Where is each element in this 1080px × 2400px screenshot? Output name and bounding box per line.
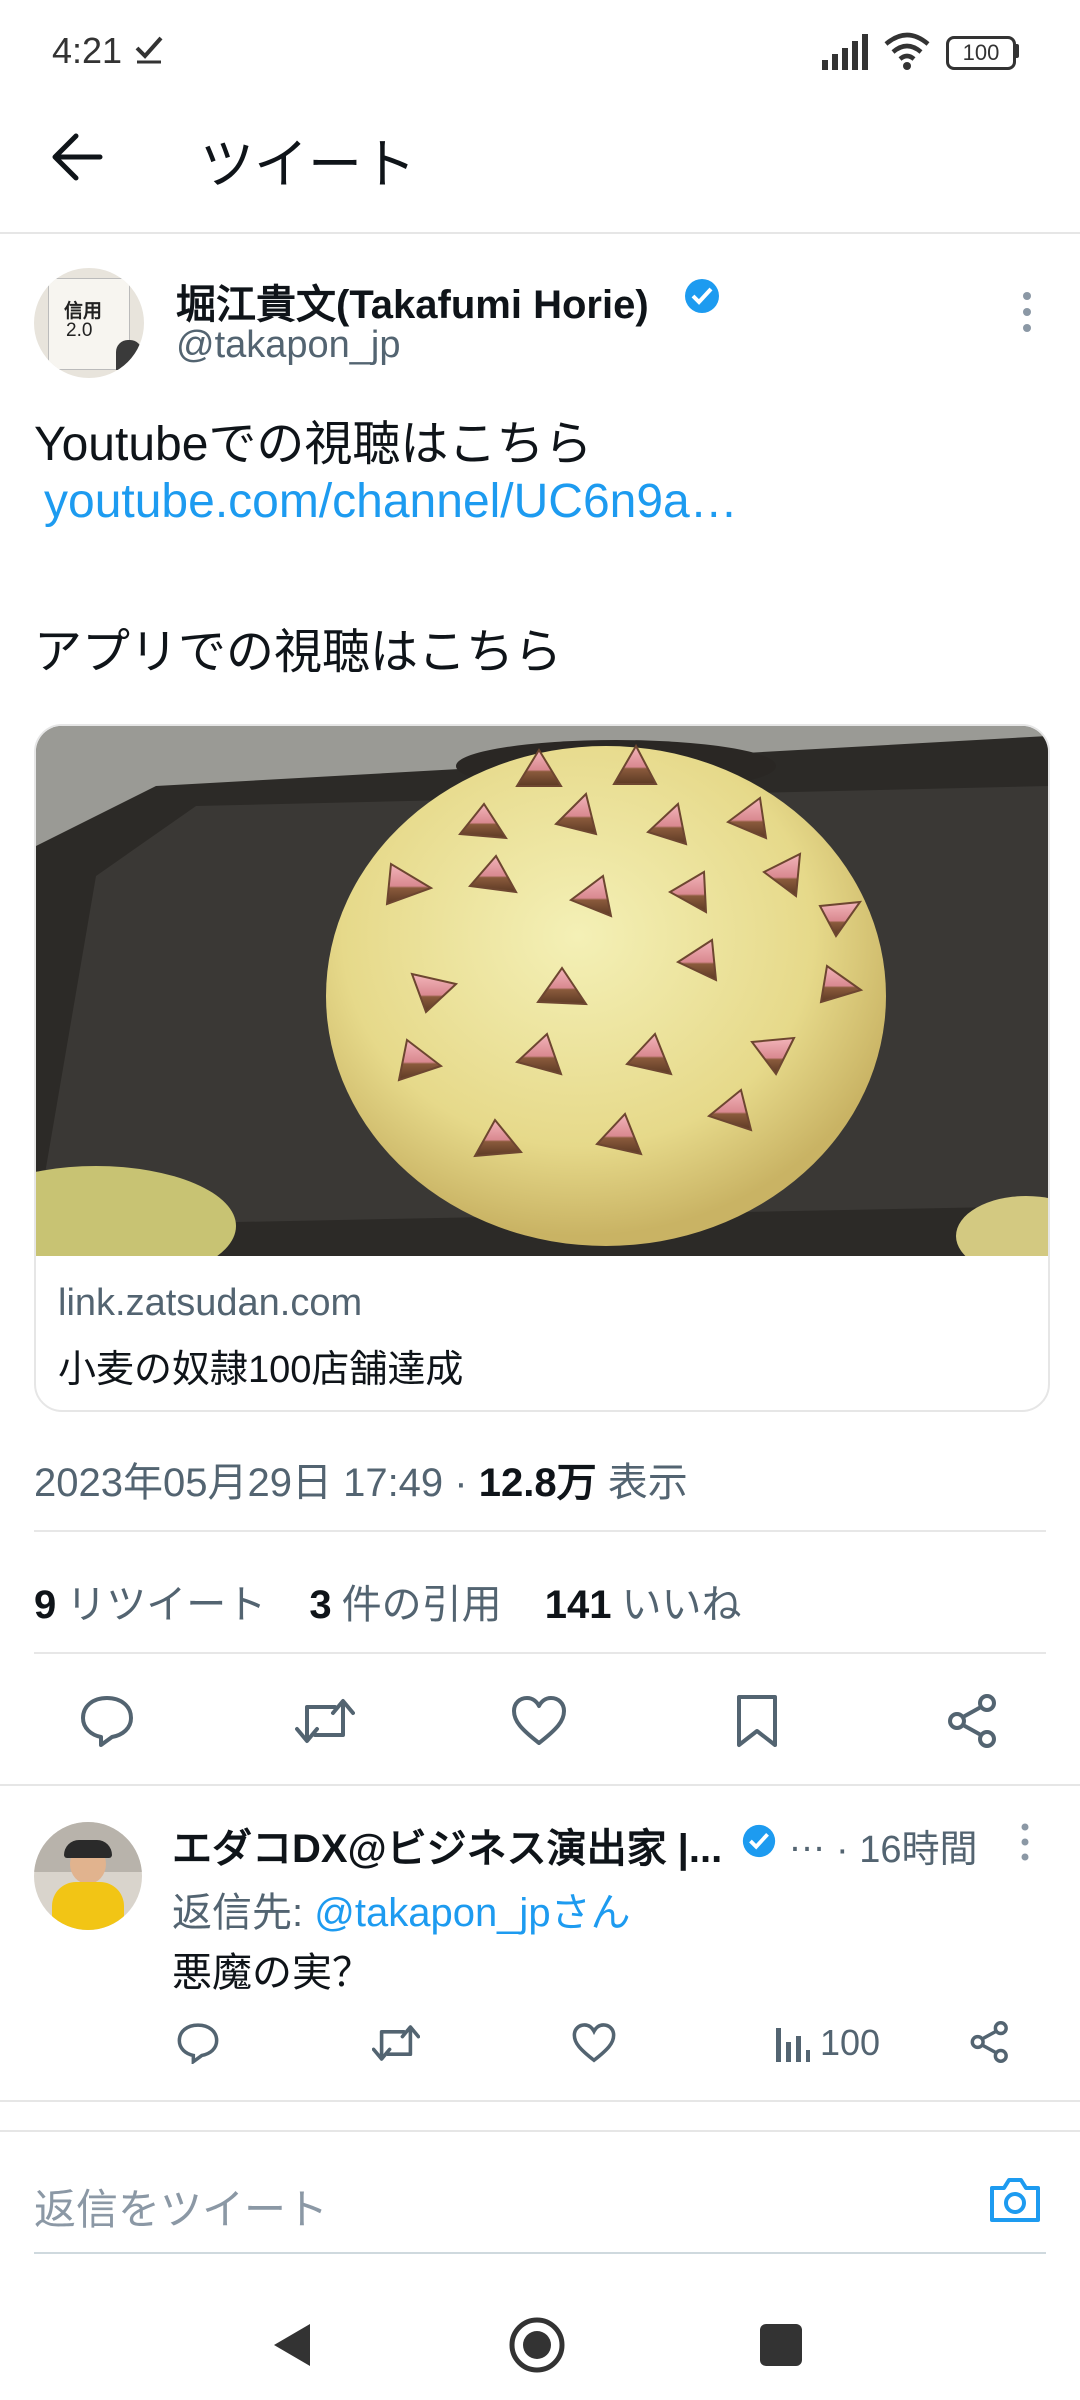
battery-level: 100	[962, 40, 1000, 65]
avatar-book-title: 信用	[64, 301, 103, 322]
reply-verified-badge-icon	[742, 1824, 776, 1858]
quotes-stat[interactable]: 3 件の引用	[309, 1583, 501, 1627]
reply-name-ellipsis: …	[788, 1818, 826, 1860]
tweet-text-line1: Youtubeでの視聴はこちら	[34, 418, 593, 471]
wifi-icon	[884, 32, 930, 70]
likes-stat[interactable]: 141 いいね	[545, 1583, 742, 1627]
retweet-button[interactable]	[290, 1686, 360, 1756]
tweet-text-line2: アプリでの視聴はこちら	[34, 626, 563, 679]
check-icon	[135, 36, 163, 64]
card-title: 小麦の奴隷100店舗達成	[58, 1349, 464, 1391]
reply-to-handle[interactable]: @takapon_jpさん	[314, 1891, 630, 1935]
tweet-link[interactable]: youtube.com/channel/UC6n9a…	[44, 474, 738, 529]
bookmark-icon	[737, 1695, 777, 1747]
battery-tip	[1014, 44, 1019, 58]
verified-badge-icon	[685, 279, 719, 313]
tweet-timestamp: 2023年05月29日 17:49	[34, 1461, 444, 1505]
reply-retweet-icon[interactable]	[372, 2022, 420, 2064]
tweet-stats: 9 リツイート 3 件の引用 141 いいね	[34, 1572, 774, 1630]
actions-divider	[0, 1784, 1080, 1786]
bookmark-button[interactable]	[722, 1686, 792, 1756]
camera-icon[interactable]	[988, 2174, 1042, 2224]
author-handle[interactable]: @takapon_jp	[176, 324, 401, 367]
likes-label: いいね	[621, 1583, 742, 1627]
analytics-icon	[776, 2028, 810, 2062]
composer-divider	[0, 2130, 1080, 2132]
author-name[interactable]: 堀江貴文(Takafumi Horie)	[176, 272, 649, 330]
quotes-label: 件の引用	[341, 1583, 502, 1627]
reply-avatar[interactable]	[34, 1822, 142, 1930]
retweet-icon	[295, 1699, 355, 1743]
reply-to: 返信先: @takapon_jpさん	[172, 1880, 631, 1938]
back-arrow-icon[interactable]	[50, 132, 104, 182]
tweet-meta: 2023年05月29日 17:49 · 12.8万 表示	[34, 1450, 688, 1508]
avatar-hair	[64, 1840, 112, 1858]
page-title: ツイート	[200, 135, 416, 195]
reply-time: · 16時間	[836, 1829, 978, 1871]
reply-comment-icon[interactable]	[176, 2022, 220, 2064]
nav-home-icon[interactable]	[508, 2316, 566, 2374]
avatar-jacket	[52, 1882, 124, 1930]
reply-views[interactable]: 100	[774, 2022, 880, 2064]
reply-divider	[0, 2100, 1080, 2102]
views-label: 表示	[607, 1461, 688, 1505]
reply-author-name[interactable]: エダコDX@ビジネス演出家 |...	[172, 1816, 722, 1874]
system-navigation-bar	[0, 2300, 1080, 2400]
reply-share-icon[interactable]	[970, 2020, 1010, 2064]
heart-icon	[512, 1696, 566, 1745]
signal-icon	[822, 34, 868, 70]
retweets-stat[interactable]: 9 リツイート	[34, 1583, 266, 1627]
meta-separator: ·	[443, 1461, 479, 1505]
meta-divider	[34, 1530, 1046, 1532]
status-bar: 4:21 100	[0, 0, 1080, 100]
battery-icon: 100	[946, 36, 1016, 70]
views-count: 12.8万	[478, 1461, 597, 1505]
author-avatar[interactable]: 信用 2.0	[34, 268, 144, 378]
nav-recents-icon[interactable]	[760, 2324, 802, 2366]
quotes-count: 3	[309, 1583, 332, 1627]
reply-compose-input[interactable]: 返信をツイート	[34, 2176, 328, 2237]
nav-back-icon[interactable]	[270, 2320, 314, 2370]
retweets-label: リツイート	[66, 1583, 267, 1627]
reply-text: 悪魔の実？	[172, 1951, 372, 1995]
like-button[interactable]	[504, 1686, 574, 1756]
link-card[interactable]: link.zatsudan.com 小麦の奴隷100店舗達成	[34, 724, 1050, 1412]
comment-icon	[81, 1696, 133, 1747]
header-divider	[0, 232, 1080, 234]
status-time: 4:21	[52, 30, 123, 71]
composer-bottom-line	[34, 2252, 1046, 2254]
avatar-book-subtitle: 2.0	[66, 320, 93, 341]
reply-more-options-icon[interactable]	[1012, 1822, 1038, 1862]
avatar-person	[116, 340, 142, 370]
stats-divider	[34, 1652, 1046, 1654]
share-button[interactable]	[938, 1686, 1008, 1756]
likes-count: 141	[544, 1583, 612, 1627]
reply-heart-icon[interactable]	[572, 2022, 616, 2064]
share-icon	[948, 1694, 996, 1748]
reply-button[interactable]	[72, 1686, 142, 1756]
reply-views-count: 100	[820, 2022, 881, 2063]
card-domain: link.zatsudan.com	[58, 1282, 363, 1324]
retweets-count: 9	[34, 1583, 57, 1627]
reply-to-prefix: 返信先:	[172, 1891, 315, 1935]
card-image	[36, 726, 1048, 1256]
more-options-icon[interactable]	[1012, 290, 1042, 334]
